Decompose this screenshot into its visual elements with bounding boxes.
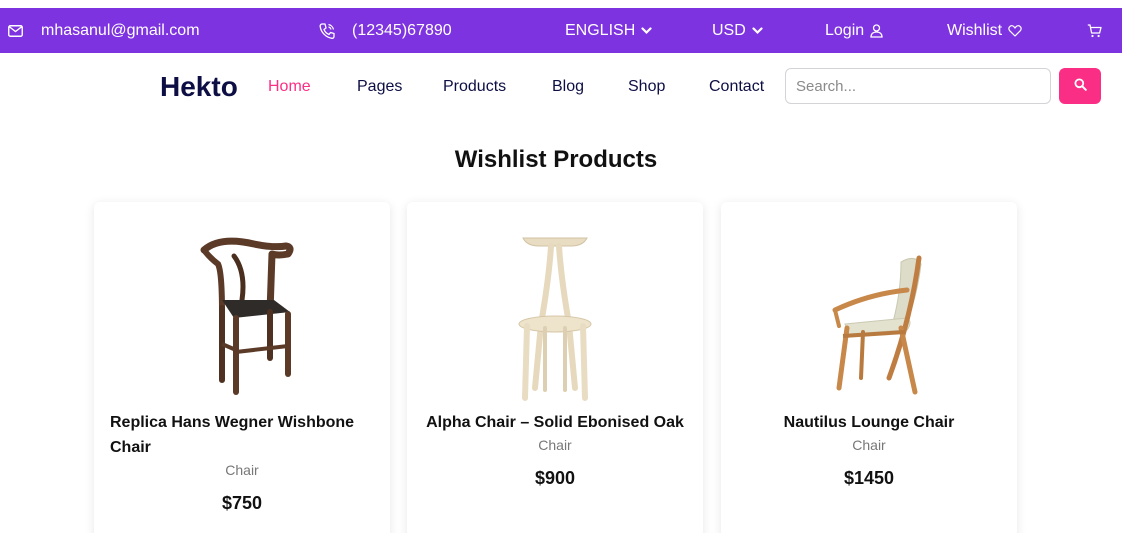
product-price: $1450 (843, 468, 895, 488)
contact-email: mhasanul@gmail.com (41, 21, 200, 39)
logo[interactable]: Hekto (160, 71, 238, 103)
search-button[interactable] (1059, 68, 1101, 104)
product-category: Chair (538, 437, 572, 453)
login-link[interactable]: Login (825, 8, 883, 53)
nav-link-contact[interactable]: Contact (709, 78, 764, 96)
top-bar: mhasanul@gmail.com (12345)67890 ENGLISH … (0, 8, 1122, 53)
cart-icon[interactable] (1087, 8, 1102, 53)
product-category: Chair (225, 462, 259, 478)
chevron-down-icon (641, 26, 652, 35)
language-label: ENGLISH (565, 21, 636, 39)
product-card[interactable]: Replica Hans Wegner Wishbone Chair Chair… (94, 202, 390, 533)
wishlist-label: Wishlist (947, 21, 1003, 39)
nav-link-shop[interactable]: Shop (628, 78, 665, 96)
product-image[interactable] (721, 228, 1017, 398)
product-image[interactable] (94, 228, 390, 398)
nav-link-blog[interactable]: Blog (552, 78, 584, 96)
product-category: Chair (852, 437, 886, 453)
search-icon (1074, 78, 1087, 94)
nav-link-pages[interactable]: Pages (357, 78, 402, 96)
heart-icon (1008, 24, 1022, 37)
main-navbar: Hekto Home Pages Products Blog Shop Cont… (0, 53, 1122, 119)
chevron-down-icon (752, 26, 763, 35)
product-image[interactable] (407, 228, 703, 401)
wishlist-link[interactable]: Wishlist (947, 8, 1022, 53)
phone-icon (318, 8, 336, 53)
product-price: $750 (221, 493, 263, 513)
currency-label: USD (712, 21, 746, 39)
nav-link-products[interactable]: Products (443, 78, 506, 96)
product-name[interactable]: Alpha Chair – Solid Ebonised Oak (423, 410, 687, 435)
product-card[interactable]: Nautilus Lounge Chair Chair $1450 (721, 202, 1017, 533)
nav-link-home[interactable]: Home (268, 78, 311, 96)
mail-icon (8, 8, 23, 53)
search-input[interactable] (785, 68, 1051, 104)
currency-select[interactable]: USD (712, 8, 763, 53)
language-select[interactable]: ENGLISH (565, 8, 652, 53)
product-price: $900 (534, 468, 576, 488)
contact-phone: (12345)67890 (352, 21, 452, 39)
product-card[interactable]: Alpha Chair – Solid Ebonised Oak Chair $… (407, 202, 703, 533)
product-name[interactable]: Replica Hans Wegner Wishbone Chair (110, 410, 374, 460)
product-name[interactable]: Nautilus Lounge Chair (737, 410, 1001, 435)
user-icon (870, 23, 883, 38)
login-label: Login (825, 21, 865, 39)
page-title: Wishlist Products (454, 146, 658, 173)
